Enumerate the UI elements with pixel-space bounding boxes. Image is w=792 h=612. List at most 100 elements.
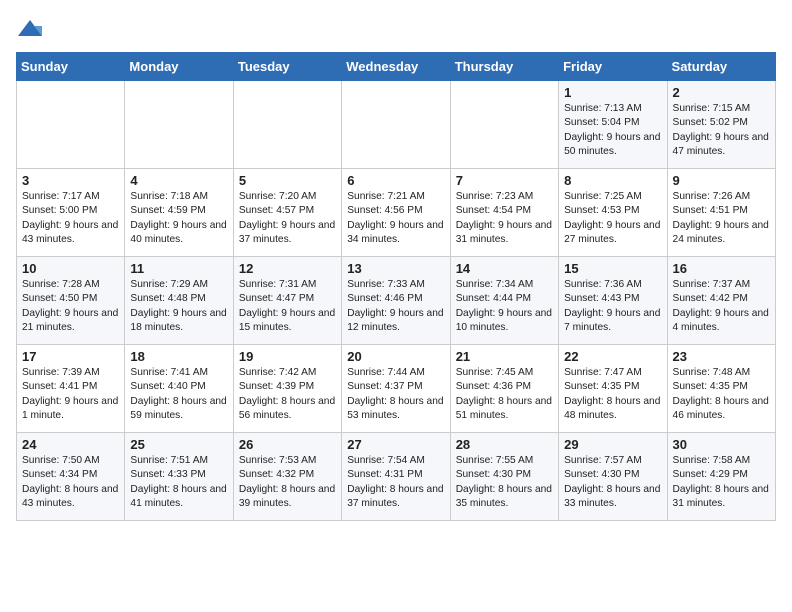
header-sunday: Sunday [17,53,125,81]
week-row-2: 3Sunrise: 7:17 AM Sunset: 5:00 PM Daylig… [17,169,776,257]
day-cell: 24 Sunrise: 7:50 AM Sunset: 4:34 PM Dayli… [17,433,125,521]
day-info: Sunrise: 7:36 AM Sunset: 4:43 PM Dayligh… [564,278,661,335]
day-number: 7 [456,173,553,188]
day-info: Sunrise: 7:29 AM Sunset: 4:48 PM Dayligh… [130,278,227,335]
day-info: Sunrise: 7:34 AM Sunset: 4:44 PM Dayligh… [456,278,553,335]
day-cell [233,81,341,169]
day-info: Sunrise: 7:58 AM Sunset: 4:29 PM Dayligh… [673,454,770,511]
day-info: Sunrise: 7:21 AM Sunset: 4:56 PM Dayligh… [347,190,444,247]
calendar-header-row: SundayMondayTuesdayWednesdayThursdayFrid… [17,53,776,81]
logo-icon [16,16,44,44]
day-info: Sunrise: 7:53 AM Sunset: 4:32 PM Dayligh… [239,454,336,511]
day-number: 20 [347,349,444,364]
day-cell: 2 Sunrise: 7:15 AM Sunset: 5:02 PM Daylig… [667,81,775,169]
day-number: 28 [456,437,553,452]
day-info: Sunrise: 7:54 AM Sunset: 4:31 PM Dayligh… [347,454,444,511]
day-number: 10 [22,261,119,276]
day-cell: 1 Sunrise: 7:13 AM Sunset: 5:04 PM Daylig… [559,81,667,169]
day-info: Sunrise: 7:18 AM Sunset: 4:59 PM Dayligh… [130,190,227,247]
day-cell: 17 Sunrise: 7:39 AM Sunset: 4:41 PM Dayli… [17,345,125,433]
header-saturday: Saturday [667,53,775,81]
day-cell: 14 Sunrise: 7:34 AM Sunset: 4:44 PM Dayli… [450,257,558,345]
header-wednesday: Wednesday [342,53,450,81]
day-cell: 3Sunrise: 7:17 AM Sunset: 5:00 PM Daylig… [17,169,125,257]
day-number: 26 [239,437,336,452]
day-info: Sunrise: 7:28 AM Sunset: 4:50 PM Dayligh… [22,278,119,335]
day-cell: 11 Sunrise: 7:29 AM Sunset: 4:48 PM Dayli… [125,257,233,345]
day-info: Sunrise: 7:25 AM Sunset: 4:53 PM Dayligh… [564,190,661,247]
day-number: 30 [673,437,770,452]
day-cell: 21Sunrise: 7:45 AM Sunset: 4:36 PM Dayli… [450,345,558,433]
day-cell: 23 Sunrise: 7:48 AM Sunset: 4:35 PM Dayli… [667,345,775,433]
day-cell: 25Sunrise: 7:51 AM Sunset: 4:33 PM Dayli… [125,433,233,521]
header-tuesday: Tuesday [233,53,341,81]
day-number: 11 [130,261,227,276]
day-cell: 7 Sunrise: 7:23 AM Sunset: 4:54 PM Daylig… [450,169,558,257]
day-info: Sunrise: 7:23 AM Sunset: 4:54 PM Dayligh… [456,190,553,247]
week-row-1: 1 Sunrise: 7:13 AM Sunset: 5:04 PM Daylig… [17,81,776,169]
day-number: 5 [239,173,336,188]
day-info: Sunrise: 7:55 AM Sunset: 4:30 PM Dayligh… [456,454,553,511]
day-cell [342,81,450,169]
day-number: 23 [673,349,770,364]
day-number: 15 [564,261,661,276]
day-number: 22 [564,349,661,364]
day-cell: 29Sunrise: 7:57 AM Sunset: 4:30 PM Dayli… [559,433,667,521]
header-monday: Monday [125,53,233,81]
day-cell: 18 Sunrise: 7:41 AM Sunset: 4:40 PM Dayli… [125,345,233,433]
day-info: Sunrise: 7:45 AM Sunset: 4:36 PM Dayligh… [456,366,553,423]
week-row-3: 10 Sunrise: 7:28 AM Sunset: 4:50 PM Dayli… [17,257,776,345]
day-info: Sunrise: 7:47 AM Sunset: 4:35 PM Dayligh… [564,366,661,423]
week-row-5: 24 Sunrise: 7:50 AM Sunset: 4:34 PM Dayli… [17,433,776,521]
day-cell: 8 Sunrise: 7:25 AM Sunset: 4:53 PM Daylig… [559,169,667,257]
day-info: Sunrise: 7:39 AM Sunset: 4:41 PM Dayligh… [22,366,119,423]
day-cell: 27 Sunrise: 7:54 AM Sunset: 4:31 PM Dayli… [342,433,450,521]
day-number: 1 [564,85,661,100]
week-row-4: 17 Sunrise: 7:39 AM Sunset: 4:41 PM Dayli… [17,345,776,433]
day-cell [125,81,233,169]
day-info: Sunrise: 7:41 AM Sunset: 4:40 PM Dayligh… [130,366,227,423]
day-info: Sunrise: 7:31 AM Sunset: 4:47 PM Dayligh… [239,278,336,335]
day-number: 18 [130,349,227,364]
day-cell [17,81,125,169]
day-info: Sunrise: 7:48 AM Sunset: 4:35 PM Dayligh… [673,366,770,423]
day-info: Sunrise: 7:13 AM Sunset: 5:04 PM Dayligh… [564,102,661,159]
day-number: 24 [22,437,119,452]
day-number: 13 [347,261,444,276]
day-number: 17 [22,349,119,364]
day-cell: 9 Sunrise: 7:26 AM Sunset: 4:51 PM Daylig… [667,169,775,257]
calendar-table: SundayMondayTuesdayWednesdayThursdayFrid… [16,52,776,521]
day-cell: 28 Sunrise: 7:55 AM Sunset: 4:30 PM Dayli… [450,433,558,521]
day-info: Sunrise: 7:51 AM Sunset: 4:33 PM Dayligh… [130,454,227,511]
day-info: Sunrise: 7:33 AM Sunset: 4:46 PM Dayligh… [347,278,444,335]
day-cell: 15 Sunrise: 7:36 AM Sunset: 4:43 PM Dayli… [559,257,667,345]
day-cell: 10 Sunrise: 7:28 AM Sunset: 4:50 PM Dayli… [17,257,125,345]
day-number: 14 [456,261,553,276]
day-info: Sunrise: 7:42 AM Sunset: 4:39 PM Dayligh… [239,366,336,423]
day-number: 6 [347,173,444,188]
day-info: Sunrise: 7:37 AM Sunset: 4:42 PM Dayligh… [673,278,770,335]
day-cell: 22 Sunrise: 7:47 AM Sunset: 4:35 PM Dayli… [559,345,667,433]
day-info: Sunrise: 7:44 AM Sunset: 4:37 PM Dayligh… [347,366,444,423]
day-number: 9 [673,173,770,188]
day-cell: 12 Sunrise: 7:31 AM Sunset: 4:47 PM Dayli… [233,257,341,345]
day-number: 27 [347,437,444,452]
day-number: 12 [239,261,336,276]
day-number: 19 [239,349,336,364]
day-number: 8 [564,173,661,188]
day-cell: 16 Sunrise: 7:37 AM Sunset: 4:42 PM Dayli… [667,257,775,345]
day-cell: 19 Sunrise: 7:42 AM Sunset: 4:39 PM Dayli… [233,345,341,433]
day-cell: 6 Sunrise: 7:21 AM Sunset: 4:56 PM Daylig… [342,169,450,257]
day-cell: 4 Sunrise: 7:18 AM Sunset: 4:59 PM Daylig… [125,169,233,257]
day-info: Sunrise: 7:15 AM Sunset: 5:02 PM Dayligh… [673,102,770,159]
day-info: Sunrise: 7:50 AM Sunset: 4:34 PM Dayligh… [22,454,119,511]
day-number: 4 [130,173,227,188]
day-cell: 30 Sunrise: 7:58 AM Sunset: 4:29 PM Dayli… [667,433,775,521]
day-cell: 13 Sunrise: 7:33 AM Sunset: 4:46 PM Dayli… [342,257,450,345]
day-number: 2 [673,85,770,100]
day-cell [450,81,558,169]
day-info: Sunrise: 7:17 AM Sunset: 5:00 PM Dayligh… [22,190,119,247]
day-number: 29 [564,437,661,452]
day-number: 16 [673,261,770,276]
day-info: Sunrise: 7:26 AM Sunset: 4:51 PM Dayligh… [673,190,770,247]
